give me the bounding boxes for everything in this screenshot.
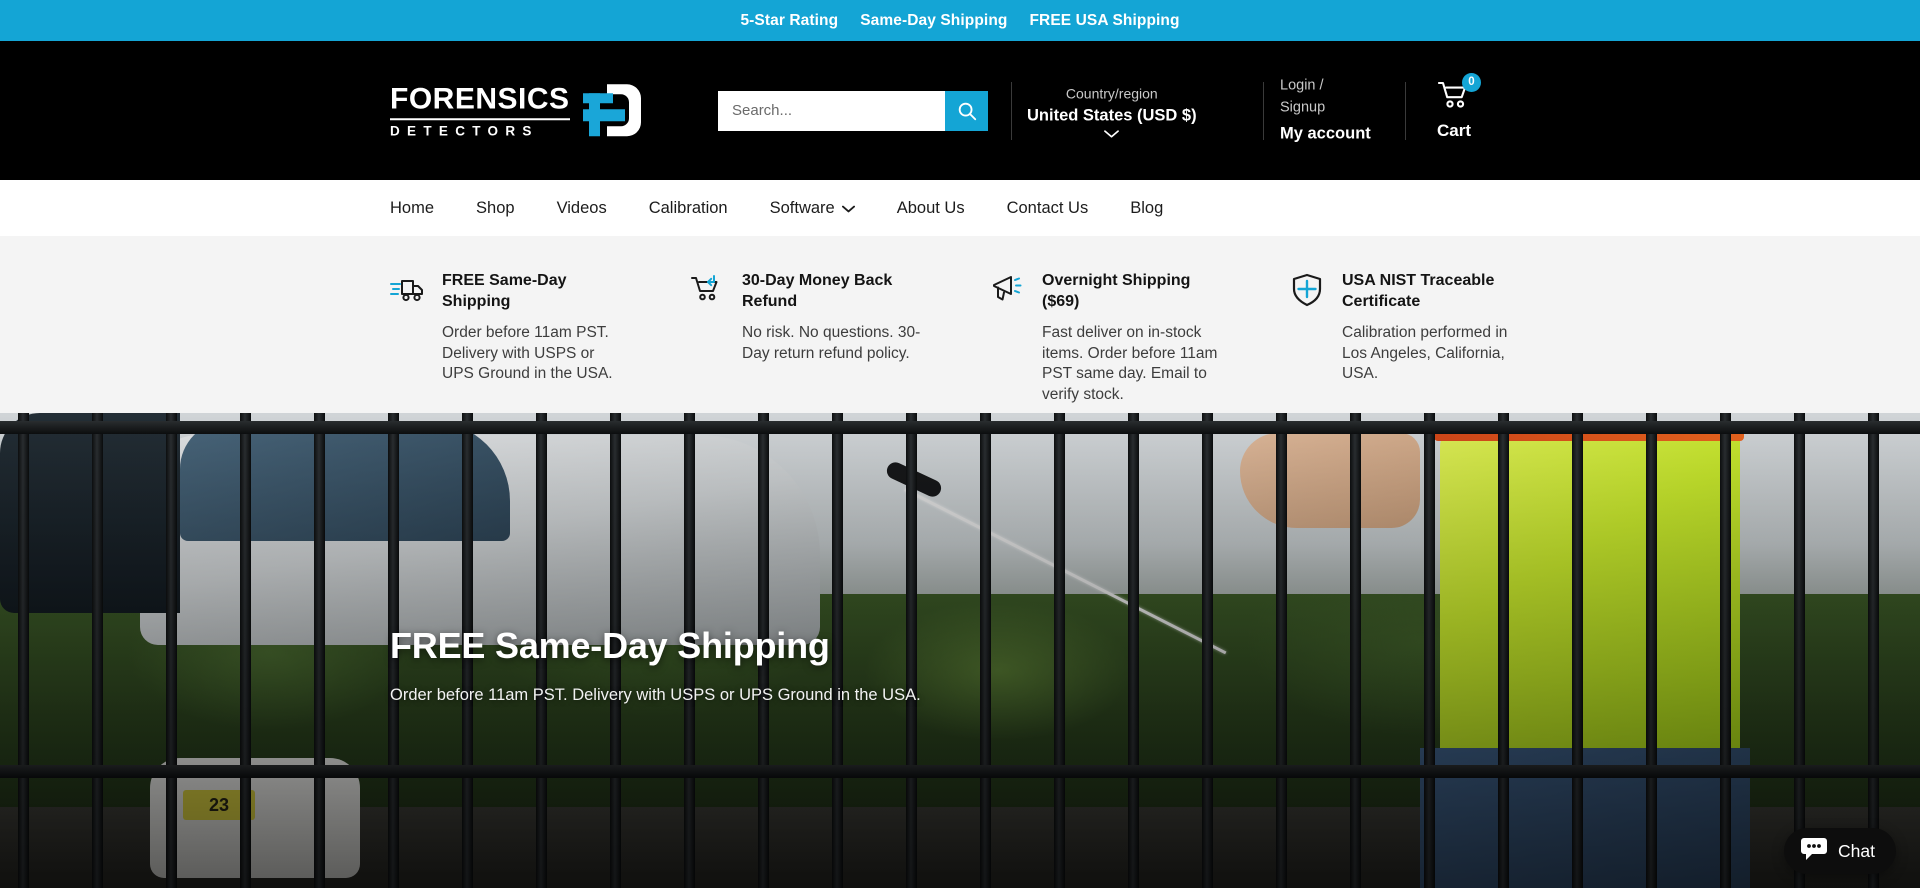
feature-body: 30-Day Money Back Refund No risk. No que… [742, 271, 927, 413]
hero-content: FREE Same-Day Shipping Order before 11am… [390, 625, 921, 705]
nav-item-shop[interactable]: Shop [455, 199, 536, 218]
feature-money-back-refund: 30-Day Money Back Refund No risk. No que… [690, 271, 990, 413]
feature-overnight-shipping: Overnight Shipping ($69) Fast deliver on… [990, 271, 1290, 413]
nav-item-blog[interactable]: Blog [1109, 199, 1184, 218]
cart-return-icon [690, 273, 724, 307]
announcement-link-same-day[interactable]: Same-Day Shipping [860, 12, 1007, 30]
nav-label: Shop [476, 198, 515, 217]
feature-body: USA NIST Traceable Certificate Calibrati… [1342, 271, 1527, 413]
cart-label: Cart [1437, 120, 1472, 140]
header-divider-1 [1011, 81, 1012, 140]
announcement-bar: 5-Star Rating Same-Day Shipping FREE USA… [0, 0, 1920, 41]
chat-bubble-icon [1801, 837, 1828, 866]
nav-label: Videos [556, 198, 607, 217]
country-region-value: United States (USD $) [1027, 106, 1197, 125]
nav-item-contact-us[interactable]: Contact Us [986, 199, 1110, 218]
nav-item-about-us[interactable]: About Us [876, 199, 986, 218]
login-label: Login / [1280, 76, 1324, 93]
cart-icon-wrap: 0 [1437, 72, 1481, 114]
nav-label: Blog [1130, 198, 1164, 217]
feature-title: 30-Day Money Back Refund [742, 272, 893, 310]
nav-label: Contact Us [1006, 198, 1089, 217]
features-strip: FREE Same-Day Shipping Order before 11am… [0, 236, 1920, 413]
country-region-selector[interactable]: Country/region United States (USD $) [1027, 83, 1197, 138]
cart-button[interactable]: 0 Cart [1437, 72, 1481, 141]
feature-desc: Order before 11am PST. Delivery with USP… [442, 323, 613, 383]
search-form [718, 90, 988, 131]
delivery-truck-icon [390, 273, 424, 307]
account-menu[interactable]: Login / Signup My account [1280, 74, 1371, 147]
chevron-down-icon [1027, 129, 1197, 138]
site-header: FORENSICS DETECTORS Co [0, 41, 1920, 180]
search-submit-button[interactable] [945, 90, 988, 131]
hero-title: FREE Same-Day Shipping [390, 625, 830, 666]
header-divider-2 [1263, 81, 1264, 140]
feature-body: Overnight Shipping ($69) Fast deliver on… [1042, 271, 1227, 413]
nav-item-home[interactable]: Home [390, 199, 455, 218]
shield-check-icon [1290, 273, 1324, 307]
signup-label: Signup [1280, 99, 1326, 116]
site-logo[interactable]: FORENSICS DETECTORS [390, 81, 641, 138]
page-root: 5-Star Rating Same-Day Shipping FREE USA… [0, 0, 1920, 888]
cart-count-badge: 0 [1462, 72, 1481, 92]
nav-label: Calibration [648, 198, 728, 217]
logo-top-text: FORENSICS [390, 81, 570, 115]
logo-wordmark: FORENSICS DETECTORS [390, 81, 570, 138]
feature-free-same-day-shipping: FREE Same-Day Shipping Order before 11am… [390, 271, 690, 413]
feature-desc: No risk. No questions. 30-Day return ref… [742, 323, 921, 362]
nav-label: About Us [896, 198, 965, 217]
main-navigation: Home Shop Videos Calibration Software Ab… [0, 180, 1920, 236]
logo-divider-rule [390, 117, 570, 120]
chevron-down-icon [841, 199, 855, 218]
chat-label: Chat [1838, 840, 1875, 861]
feature-body: FREE Same-Day Shipping Order before 11am… [442, 271, 627, 413]
nav-item-calibration[interactable]: Calibration [628, 199, 749, 218]
search-icon [958, 102, 976, 120]
my-account-label: My account [1280, 124, 1371, 143]
feature-title: Overnight Shipping ($69) [1042, 272, 1191, 310]
feature-desc: Fast deliver on in-stock items. Order be… [1042, 323, 1218, 404]
hero-banner[interactable]: 23 [0, 413, 1920, 888]
fd-monogram-icon [582, 84, 641, 137]
search-input[interactable] [718, 90, 945, 131]
nav-item-software[interactable]: Software [749, 199, 876, 218]
nav-label: Home [390, 198, 435, 217]
country-region-label: Country/region [1065, 84, 1158, 101]
megaphone-icon [990, 273, 1024, 307]
feature-desc: Calibration performed in Los Angeles, Ca… [1342, 323, 1508, 383]
shopify-chat-button[interactable]: Chat [1784, 828, 1896, 874]
header-divider-3 [1405, 81, 1406, 140]
nav-item-videos[interactable]: Videos [536, 199, 628, 218]
announcement-link-free-usa[interactable]: FREE USA Shipping [1029, 12, 1179, 30]
hero-photograph: 23 [0, 413, 1920, 888]
logo-bottom-text: DETECTORS [390, 122, 539, 138]
feature-nist-certificate: USA NIST Traceable Certificate Calibrati… [1290, 271, 1590, 413]
feature-title: USA NIST Traceable Certificate [1342, 272, 1495, 310]
nav-label: Software [769, 198, 835, 217]
announcement-link-rating[interactable]: 5-Star Rating [740, 12, 838, 30]
feature-title: FREE Same-Day Shipping [442, 272, 567, 310]
hero-subtitle: Order before 11am PST. Delivery with USP… [390, 686, 921, 705]
